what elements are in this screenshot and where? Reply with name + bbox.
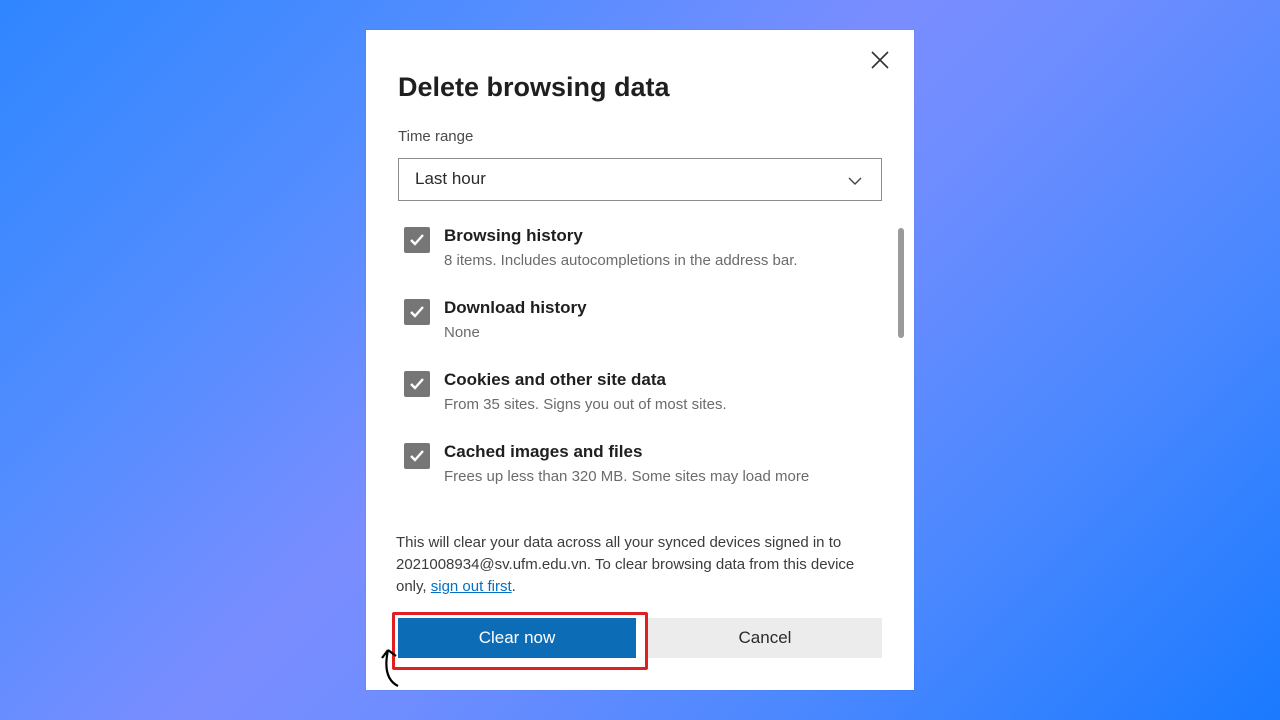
- sign-out-link[interactable]: sign out first: [431, 578, 512, 595]
- sync-note: This will clear your data across all you…: [396, 532, 884, 598]
- item-subtitle: 8 items. Includes autocompletions in the…: [444, 251, 882, 271]
- check-icon: [408, 447, 426, 465]
- item-subtitle: Frees up less than 320 MB. Some sites ma…: [444, 467, 882, 487]
- check-icon: [408, 231, 426, 249]
- check-icon: [408, 303, 426, 321]
- time-range-label: Time range: [398, 128, 473, 145]
- checkbox-download-history[interactable]: [404, 299, 430, 325]
- close-button[interactable]: [868, 48, 892, 72]
- item-subtitle: None: [444, 323, 882, 343]
- item-title: Browsing history: [444, 225, 882, 247]
- checkbox-cached[interactable]: [404, 443, 430, 469]
- item-title: Download history: [444, 297, 882, 319]
- checkbox-browsing-history[interactable]: [404, 227, 430, 253]
- data-type-list: Browsing history 8 items. Includes autoc…: [398, 225, 882, 513]
- time-range-select[interactable]: Last hour: [398, 158, 882, 201]
- scrollbar-thumb[interactable]: [898, 228, 904, 338]
- check-icon: [408, 375, 426, 393]
- annotation-arrow-icon: [378, 638, 408, 688]
- checkbox-cookies[interactable]: [404, 371, 430, 397]
- chevron-down-icon: [845, 171, 865, 191]
- list-item: Browsing history 8 items. Includes autoc…: [398, 225, 882, 271]
- close-icon: [868, 48, 892, 72]
- time-range-value: Last hour: [415, 169, 486, 189]
- item-subtitle: From 35 sites. Signs you out of most sit…: [444, 395, 882, 415]
- clear-now-button[interactable]: Clear now: [398, 618, 636, 658]
- cancel-button[interactable]: Cancel: [648, 618, 882, 658]
- item-title: Cookies and other site data: [444, 369, 882, 391]
- item-title: Cached images and files: [444, 441, 882, 463]
- dialog-title: Delete browsing data: [398, 72, 670, 103]
- list-item: Cached images and files Frees up less th…: [398, 441, 882, 487]
- list-item: Cookies and other site data From 35 site…: [398, 369, 882, 415]
- list-item: Download history None: [398, 297, 882, 343]
- background: Delete browsing data Time range Last hou…: [0, 0, 1280, 720]
- delete-browsing-data-dialog: Delete browsing data Time range Last hou…: [366, 30, 914, 690]
- note-text-suffix: .: [512, 578, 516, 595]
